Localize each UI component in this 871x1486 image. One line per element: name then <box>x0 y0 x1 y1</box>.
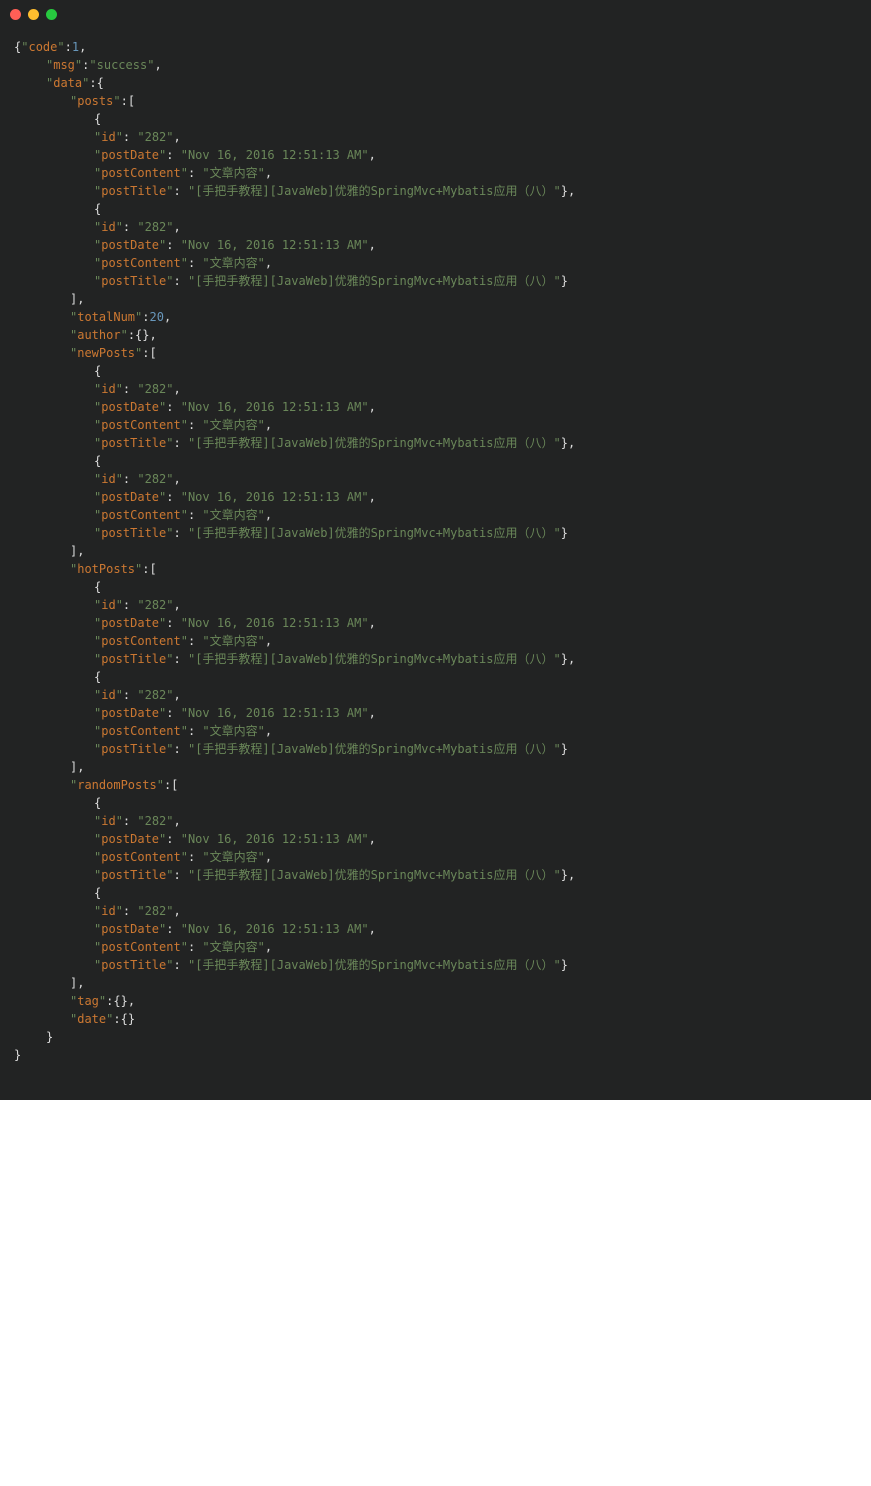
code-window: {"code":1,"msg":"success","data":{"posts… <box>0 0 871 1100</box>
zoom-icon[interactable] <box>46 9 57 20</box>
close-icon[interactable] <box>10 9 21 20</box>
window-titlebar <box>0 0 871 28</box>
minimize-icon[interactable] <box>28 9 39 20</box>
json-code-block: {"code":1,"msg":"success","data":{"posts… <box>0 28 871 1070</box>
